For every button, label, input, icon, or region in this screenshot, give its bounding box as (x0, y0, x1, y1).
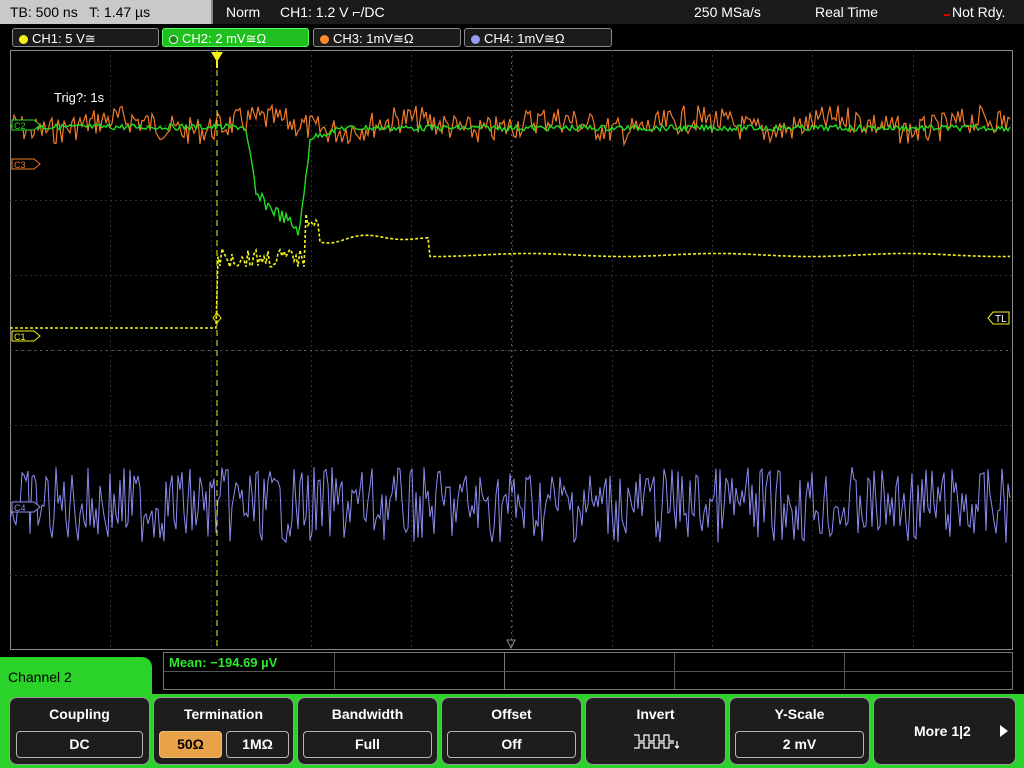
yscale-value[interactable]: 2 mV (735, 731, 864, 758)
tab-ch4-label: CH4: 1mV≅Ω (484, 31, 565, 46)
svg-text:TL: TL (995, 314, 1007, 325)
sample-rate: 250 MSa/s (694, 4, 761, 20)
tab-ch2-label: CH2: 2 mV≅Ω (182, 31, 267, 46)
ch4-color-dot (471, 35, 480, 44)
tab-ch3-label: CH3: 1mV≅Ω (333, 31, 414, 46)
svg-text:C2: C2 (14, 121, 26, 131)
timebase-readout: TB: 500 ns (10, 4, 78, 20)
waveform-display[interactable]: Trig?: 1s C3 C2 C1 C4 TL (10, 50, 1013, 650)
offset-softkey[interactable]: Offset Off (441, 697, 582, 765)
termination-option-50ohm[interactable]: 50Ω (159, 731, 222, 758)
invert-label: Invert (636, 706, 675, 722)
acquisition-mode: Real Time (815, 4, 879, 20)
svg-text:C1: C1 (14, 332, 26, 342)
more-softkey[interactable]: More 1|2 (873, 697, 1016, 765)
ch3-color-dot (320, 35, 329, 44)
tab-ch2[interactable]: CH2: 2 mV≅Ω (162, 28, 309, 47)
offset-value[interactable]: Off (447, 731, 576, 758)
termination-option-1mohm[interactable]: 1MΩ (226, 731, 289, 758)
trigger-note: Trig?: 1s (54, 90, 105, 105)
meas-divider (164, 671, 1012, 672)
chevron-right-icon (1000, 725, 1008, 737)
yscale-label: Y-Scale (774, 706, 825, 722)
trigger-time-readout: T: 1.47 µs (89, 4, 151, 20)
svg-text:C4: C4 (14, 503, 26, 513)
tab-ch1[interactable]: CH1: 5 V≅ (12, 28, 159, 47)
bandwidth-value[interactable]: Full (303, 731, 432, 758)
coupling-value[interactable]: DC (16, 731, 143, 758)
more-label: More 1|2 (914, 723, 971, 739)
bandwidth-label: Bandwidth (331, 706, 404, 722)
yscale-softkey[interactable]: Y-Scale 2 mV (729, 697, 870, 765)
tab-ch1-label: CH1: 5 V≅ (32, 31, 96, 46)
coupling-label: Coupling (49, 706, 110, 722)
termination-label: Termination (183, 706, 264, 722)
ch1-color-dot (19, 35, 28, 44)
mean-measurement[interactable]: Mean: −194.69 µV (169, 655, 277, 670)
termination-softkey[interactable]: Termination 50Ω 1MΩ (153, 697, 294, 765)
timebase-box[interactable]: TB: 500 ns T: 1.47 µs (0, 0, 213, 24)
ch2-color-dot (169, 35, 178, 44)
trigger-mode[interactable]: Norm (226, 0, 260, 24)
bandwidth-softkey[interactable]: Bandwidth Full (297, 697, 438, 765)
invert-waveform-icon (634, 734, 680, 749)
invert-softkey[interactable]: Invert (585, 697, 726, 765)
svg-text:C3: C3 (14, 160, 26, 170)
tab-ch4[interactable]: CH4: 1mV≅Ω (464, 28, 612, 47)
trigger-setting[interactable]: CH1: 1.2 V ⌐/DC (280, 0, 385, 24)
coupling-softkey[interactable]: Coupling DC (9, 697, 150, 765)
measurement-bar (163, 652, 1013, 690)
acquisition-state: Not Rdy. (943, 0, 1005, 24)
tab-ch3[interactable]: CH3: 1mV≅Ω (313, 28, 461, 47)
offset-label: Offset (491, 706, 532, 722)
